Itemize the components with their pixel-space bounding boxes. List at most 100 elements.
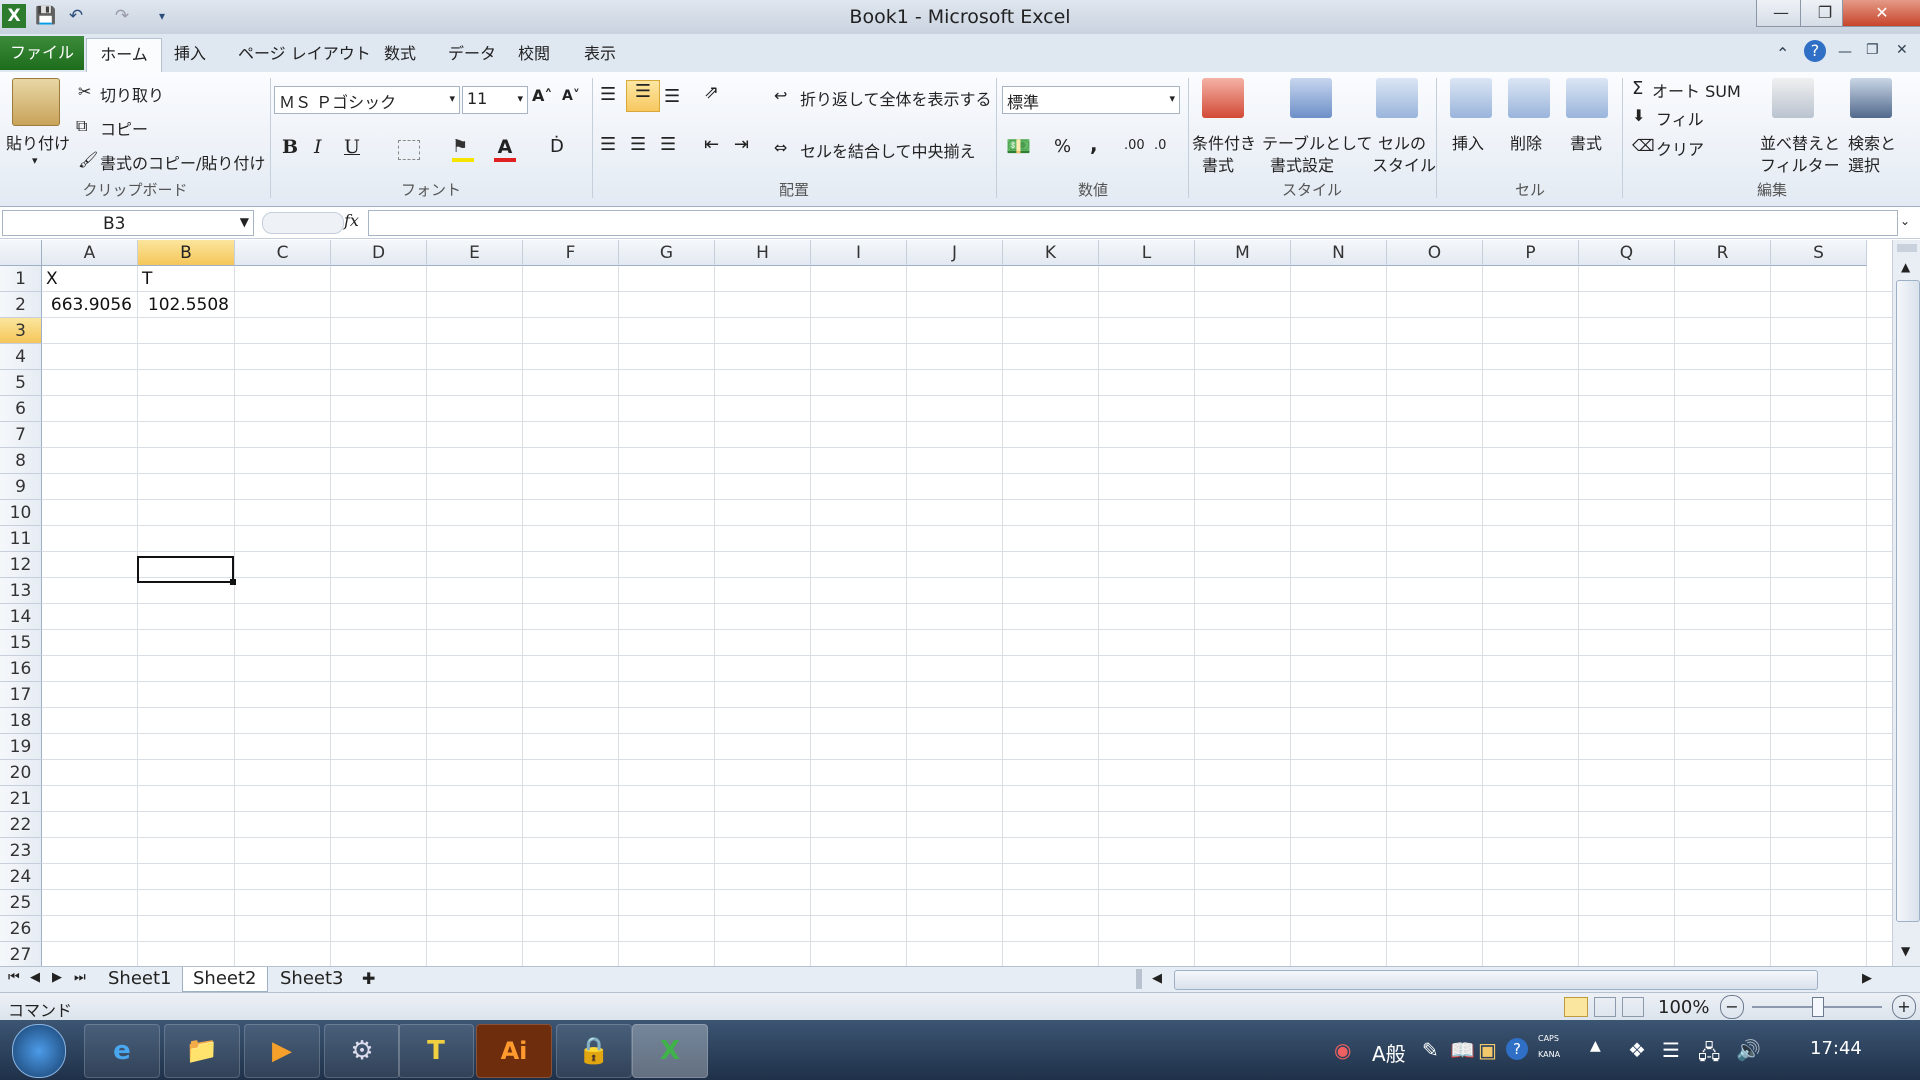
column-header-a[interactable]: A — [42, 240, 138, 266]
column-header-h[interactable]: H — [715, 240, 811, 266]
currency-icon[interactable]: 💵 — [1006, 134, 1031, 158]
network-icon[interactable]: 🖧 — [1698, 1038, 1720, 1072]
row-header-19[interactable]: 19 — [0, 734, 42, 760]
font-name-select[interactable]: ＭＳ Ｐゴシック ▾ — [274, 86, 460, 114]
tab-home[interactable]: ホーム — [86, 38, 162, 73]
column-header-n[interactable]: N — [1291, 240, 1387, 266]
autosum-button[interactable]: オート SUM — [1652, 78, 1741, 102]
cell-styles-line2[interactable]: スタイル — [1372, 152, 1436, 176]
column-header-b[interactable]: B — [138, 240, 235, 266]
chevron-down-icon[interactable]: ▼ — [240, 215, 249, 229]
row-header-12[interactable]: 12 — [0, 552, 42, 578]
delete-cells-button[interactable]: 削除 — [1510, 130, 1542, 154]
paste-dropdown-icon[interactable]: ▾ — [32, 154, 38, 167]
grow-font-icon[interactable]: A˄ — [532, 86, 552, 105]
name-box[interactable]: B3 ▼ — [2, 210, 254, 236]
row-header-10[interactable]: 10 — [0, 500, 42, 526]
column-header-f[interactable]: F — [523, 240, 619, 266]
format-as-table-line2[interactable]: 書式設定 — [1270, 152, 1334, 176]
column-header-l[interactable]: L — [1099, 240, 1195, 266]
tab-formulas[interactable]: 数式 — [372, 40, 428, 68]
tab-split-handle[interactable] — [1136, 969, 1142, 989]
row-header-17[interactable]: 17 — [0, 682, 42, 708]
underline-button[interactable]: U — [344, 136, 360, 158]
row-header-27[interactable]: 27 — [0, 942, 42, 966]
ime-box-icon[interactable]: ▣ — [1478, 1038, 1497, 1062]
tab-data[interactable]: データ — [436, 40, 508, 68]
sheet-tab-sheet2[interactable]: Sheet2 — [182, 967, 268, 992]
zoom-out-icon[interactable]: − — [1720, 995, 1744, 1019]
column-header-m[interactable]: M — [1195, 240, 1291, 266]
conditional-format-line1[interactable]: 条件付き — [1192, 130, 1256, 154]
phonetic-icon[interactable]: Ḋ — [550, 136, 564, 157]
cell-styles-line1[interactable]: セルの — [1378, 130, 1426, 154]
column-header-s[interactable]: S — [1771, 240, 1867, 266]
row-header-24[interactable]: 24 — [0, 864, 42, 890]
page-break-view-icon[interactable] — [1622, 997, 1644, 1017]
column-header-q[interactable]: Q — [1579, 240, 1675, 266]
vertical-scrollbar[interactable]: ▲ ▼ — [1892, 240, 1920, 966]
zoom-slider-thumb[interactable] — [1812, 997, 1824, 1017]
row-header-4[interactable]: 4 — [0, 344, 42, 370]
row-header-8[interactable]: 8 — [0, 448, 42, 474]
tab-page-layout[interactable]: ページ レイアウト — [226, 40, 383, 68]
insert-sheet-icon[interactable]: ✚ — [362, 969, 375, 988]
find-select-line1[interactable]: 検索と — [1848, 130, 1896, 154]
row-header-11[interactable]: 11 — [0, 526, 42, 552]
cell-b2[interactable]: 102.5508 — [138, 292, 229, 318]
column-header-o[interactable]: O — [1387, 240, 1483, 266]
help-icon[interactable]: ? — [1804, 40, 1826, 62]
page-layout-view-icon[interactable] — [1594, 997, 1616, 1017]
cell-b1[interactable]: T — [142, 266, 152, 292]
fill-handle[interactable] — [230, 579, 236, 585]
sort-filter-line1[interactable]: 並べ替えと — [1760, 130, 1840, 154]
border-icon[interactable] — [398, 140, 420, 160]
internet-explorer-icon[interactable]: e — [84, 1024, 160, 1078]
row-header-16[interactable]: 16 — [0, 656, 42, 682]
column-header-r[interactable]: R — [1675, 240, 1771, 266]
row-header-1[interactable]: 1 — [0, 266, 42, 292]
media-player-icon[interactable]: ▶ — [244, 1024, 320, 1078]
tab-insert[interactable]: 挿入 — [162, 40, 218, 68]
comma-button[interactable]: , — [1090, 132, 1098, 156]
row-header-3[interactable]: 3 — [0, 318, 42, 344]
tab-review[interactable]: 校閲 — [506, 40, 562, 68]
fill-button[interactable]: フィル — [1656, 106, 1704, 130]
align-middle-icon[interactable]: ☰ — [626, 80, 660, 112]
align-left-icon[interactable]: ☰ — [600, 134, 616, 155]
tab-file[interactable]: ファイル — [0, 36, 84, 70]
worksheet-grid[interactable]: ABCDEFGHIJKLMNOPQRS 1 2 3 4 5 6 7 8 9 10 11 12 13 14 1… — [0, 240, 1892, 966]
fill-color-icon[interactable]: ⚑ — [452, 136, 474, 162]
row-header-22[interactable]: 22 — [0, 812, 42, 838]
copy-button[interactable]: コピー — [100, 116, 148, 140]
workbook-restore-icon[interactable]: ❐ — [1866, 42, 1879, 58]
excel-taskbar-icon[interactable]: X — [632, 1024, 708, 1078]
orientation-icon[interactable]: ⇗ — [704, 82, 719, 103]
column-header-j[interactable]: J — [907, 240, 1003, 266]
zoom-level[interactable]: 100% — [1658, 997, 1709, 1018]
hscroll-thumb[interactable] — [1174, 970, 1818, 990]
column-header-c[interactable]: C — [235, 240, 331, 266]
align-top-icon[interactable]: ☰ — [600, 84, 616, 105]
row-header-23[interactable]: 23 — [0, 838, 42, 864]
active-cell-border[interactable] — [137, 556, 234, 583]
row-header-2[interactable]: 2 — [0, 292, 42, 318]
scroll-left-icon[interactable]: ◀ — [1152, 971, 1162, 986]
column-header-d[interactable]: D — [331, 240, 427, 266]
align-bottom-icon[interactable]: ☰ — [664, 86, 680, 107]
increase-decimal-icon[interactable]: .00 — [1124, 138, 1145, 153]
cell-a1[interactable]: X — [46, 266, 58, 292]
ime-mode[interactable]: A般 — [1372, 1038, 1406, 1067]
ime-tool-icon[interactable]: ✎ — [1422, 1038, 1439, 1062]
shrink-font-icon[interactable]: A˅ — [562, 88, 580, 104]
row-header-14[interactable]: 14 — [0, 604, 42, 630]
row-header-21[interactable]: 21 — [0, 786, 42, 812]
percent-button[interactable]: % — [1054, 136, 1071, 157]
ime-help-icon[interactable]: ? — [1506, 1038, 1528, 1060]
minimize-button[interactable]: — — [1756, 0, 1806, 27]
row-header-5[interactable]: 5 — [0, 370, 42, 396]
paste-button[interactable]: 貼り付け — [6, 130, 70, 154]
align-right-icon[interactable]: ☰ — [660, 134, 676, 155]
row-header-20[interactable]: 20 — [0, 760, 42, 786]
number-format-select[interactable]: 標準 ▾ — [1002, 86, 1180, 114]
